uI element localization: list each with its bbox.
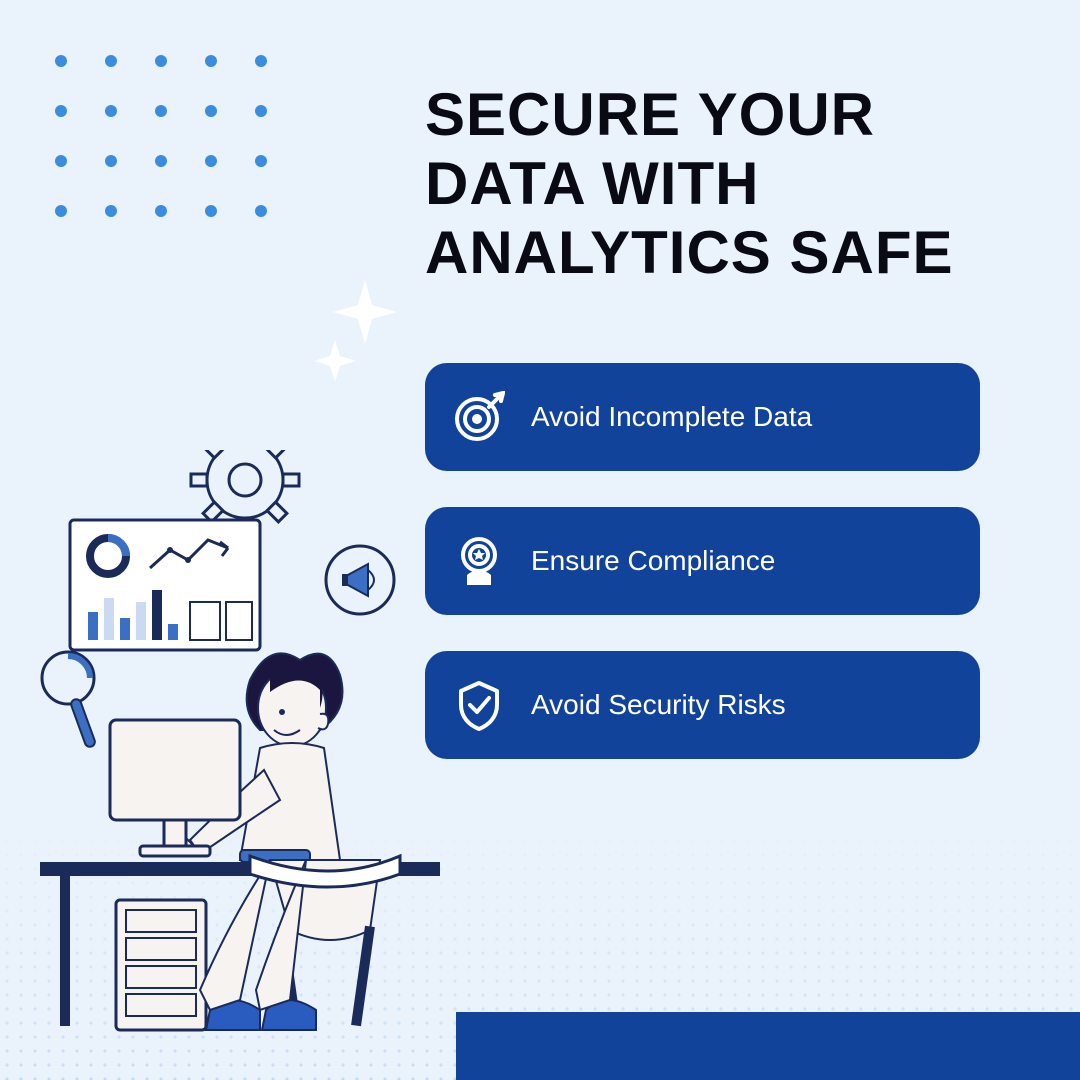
target-icon [453, 391, 505, 443]
feature-label: Avoid Incomplete Data [531, 401, 812, 433]
headline: SECURE YOUR DATA WITH ANALYTICS SAFE [425, 80, 1035, 287]
sparkle-icon [310, 270, 410, 395]
decorative-dot-grid [55, 55, 267, 217]
person-at-desk-illustration [30, 450, 470, 1070]
feature-ensure-compliance: Ensure Compliance [425, 507, 980, 615]
feature-avoid-incomplete-data: Avoid Incomplete Data [425, 363, 980, 471]
feature-list: Avoid Incomplete Data Ensure Compliance … [425, 363, 980, 759]
footer-bar [456, 1012, 1080, 1080]
feature-label: Ensure Compliance [531, 545, 775, 577]
feature-avoid-security-risks: Avoid Security Risks [425, 651, 980, 759]
feature-label: Avoid Security Risks [531, 689, 786, 721]
